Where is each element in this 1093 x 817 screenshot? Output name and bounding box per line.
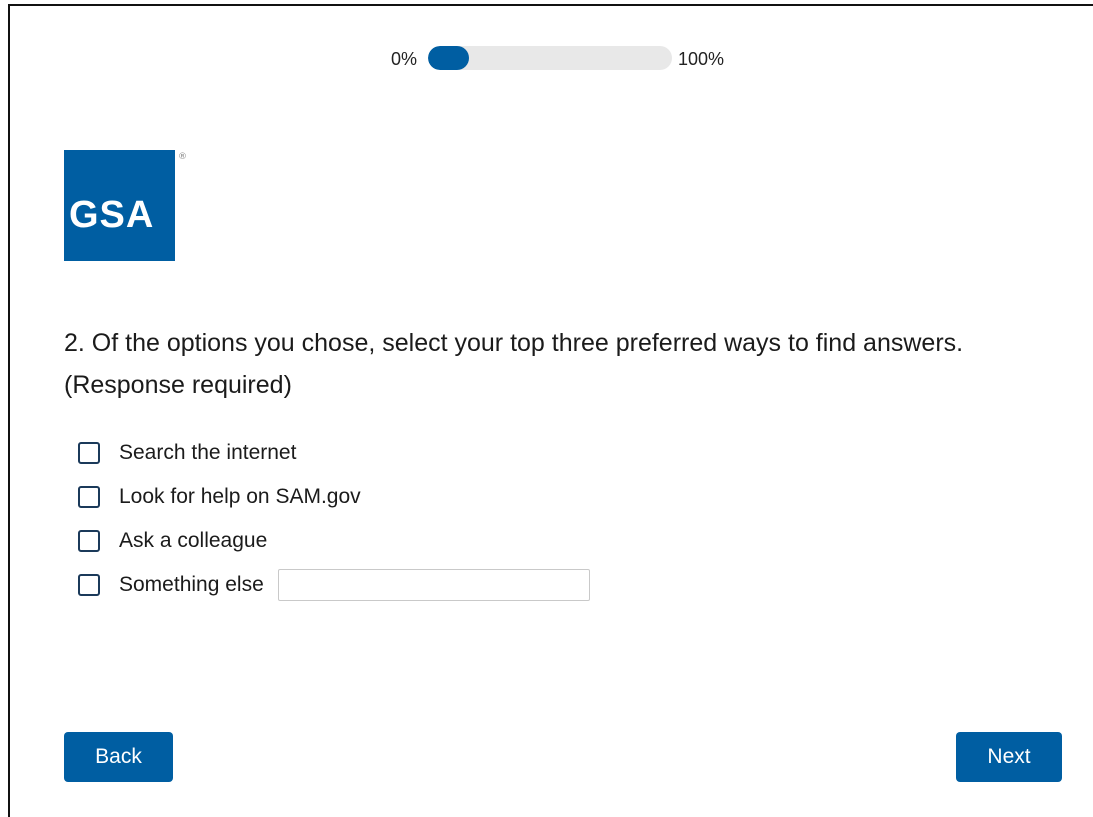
something-else-input[interactable] [277,569,590,601]
progress-max-label: 100% [678,49,725,69]
option-search-internet[interactable]: Search the internet [78,431,778,475]
progress-bar [428,46,672,70]
options-list: Search the internet Look for help on SAM… [78,431,778,607]
registered-mark: ® [178,152,187,162]
checkbox[interactable] [78,530,100,552]
option-label: Something else [119,573,264,596]
option-label: Ask a colleague [119,529,268,552]
option-label: Search the internet [119,441,297,464]
progress-indicator: 0% 100% [10,44,1093,74]
back-button[interactable]: Back [64,732,173,782]
gsa-logo: GSA [64,150,175,261]
checkbox[interactable] [78,486,100,508]
survey-page: 0% 100% GSA ® 2. Of the options you chos… [8,4,1093,817]
option-something-else[interactable]: Something else [78,563,778,607]
option-ask-colleague[interactable]: Ask a colleague [78,519,778,563]
gsa-logo-text: GSA [69,194,155,236]
next-button[interactable]: Next [956,732,1062,782]
progress-bar-fill [428,46,470,70]
checkbox[interactable] [78,574,100,596]
option-label: Look for help on SAM.gov [119,485,361,508]
question-text: 2. Of the options you chose, select your… [64,329,964,399]
option-help-sam-gov[interactable]: Look for help on SAM.gov [78,475,778,519]
progress-min-label: 0% [391,49,418,69]
checkbox[interactable] [78,442,100,464]
